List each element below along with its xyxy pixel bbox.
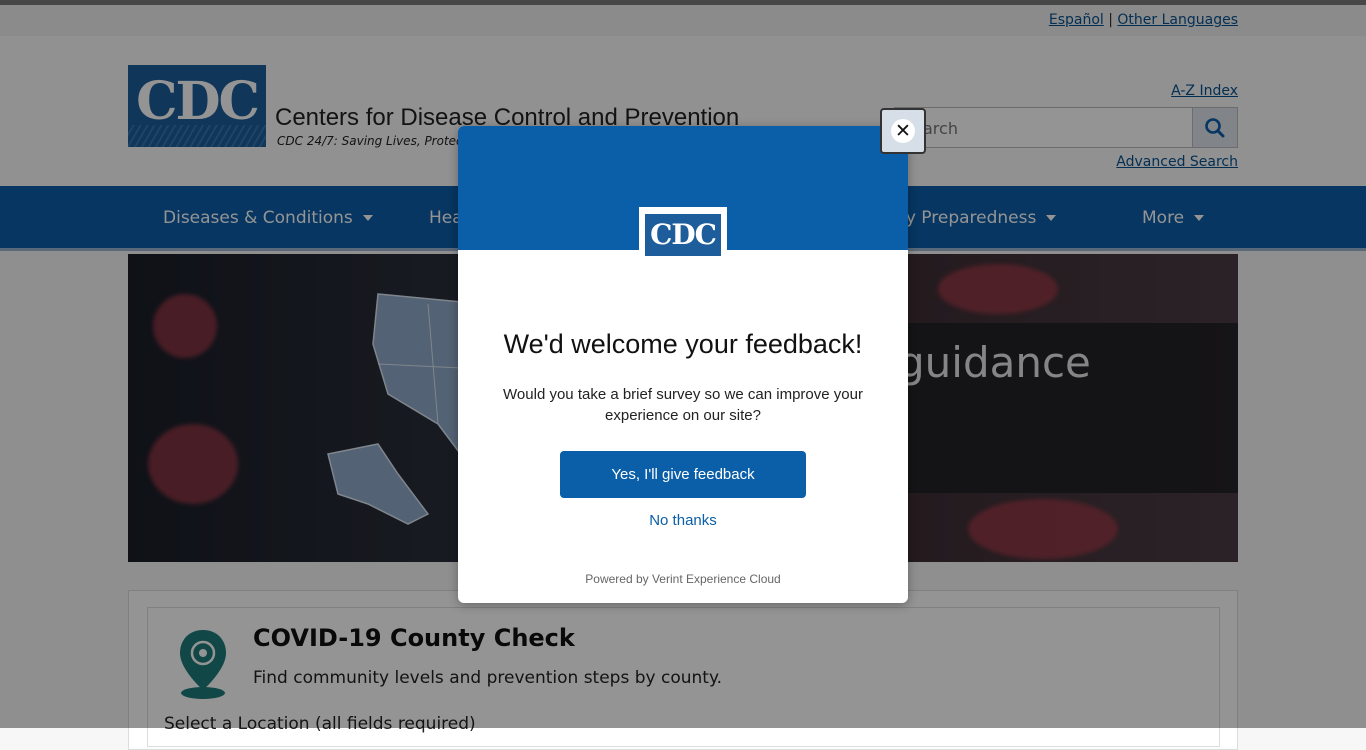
modal-cdc-logo: CDC xyxy=(639,207,727,263)
modal-body: Would you take a brief survey so we can … xyxy=(503,386,863,424)
close-modal-button[interactable]: ✕ xyxy=(880,108,926,154)
modal-heading: We'd welcome your feedback! xyxy=(503,329,863,359)
give-feedback-button[interactable]: Yes, I'll give feedback xyxy=(560,451,806,498)
modal-logo-text: CDC xyxy=(645,214,721,256)
powered-by-text: Powered by Verint Experience Cloud xyxy=(585,572,781,586)
close-icon: ✕ xyxy=(891,119,915,143)
no-thanks-link[interactable]: No thanks xyxy=(458,512,908,529)
feedback-modal: CDC We'd welcome your feedback! Would yo… xyxy=(458,126,908,603)
